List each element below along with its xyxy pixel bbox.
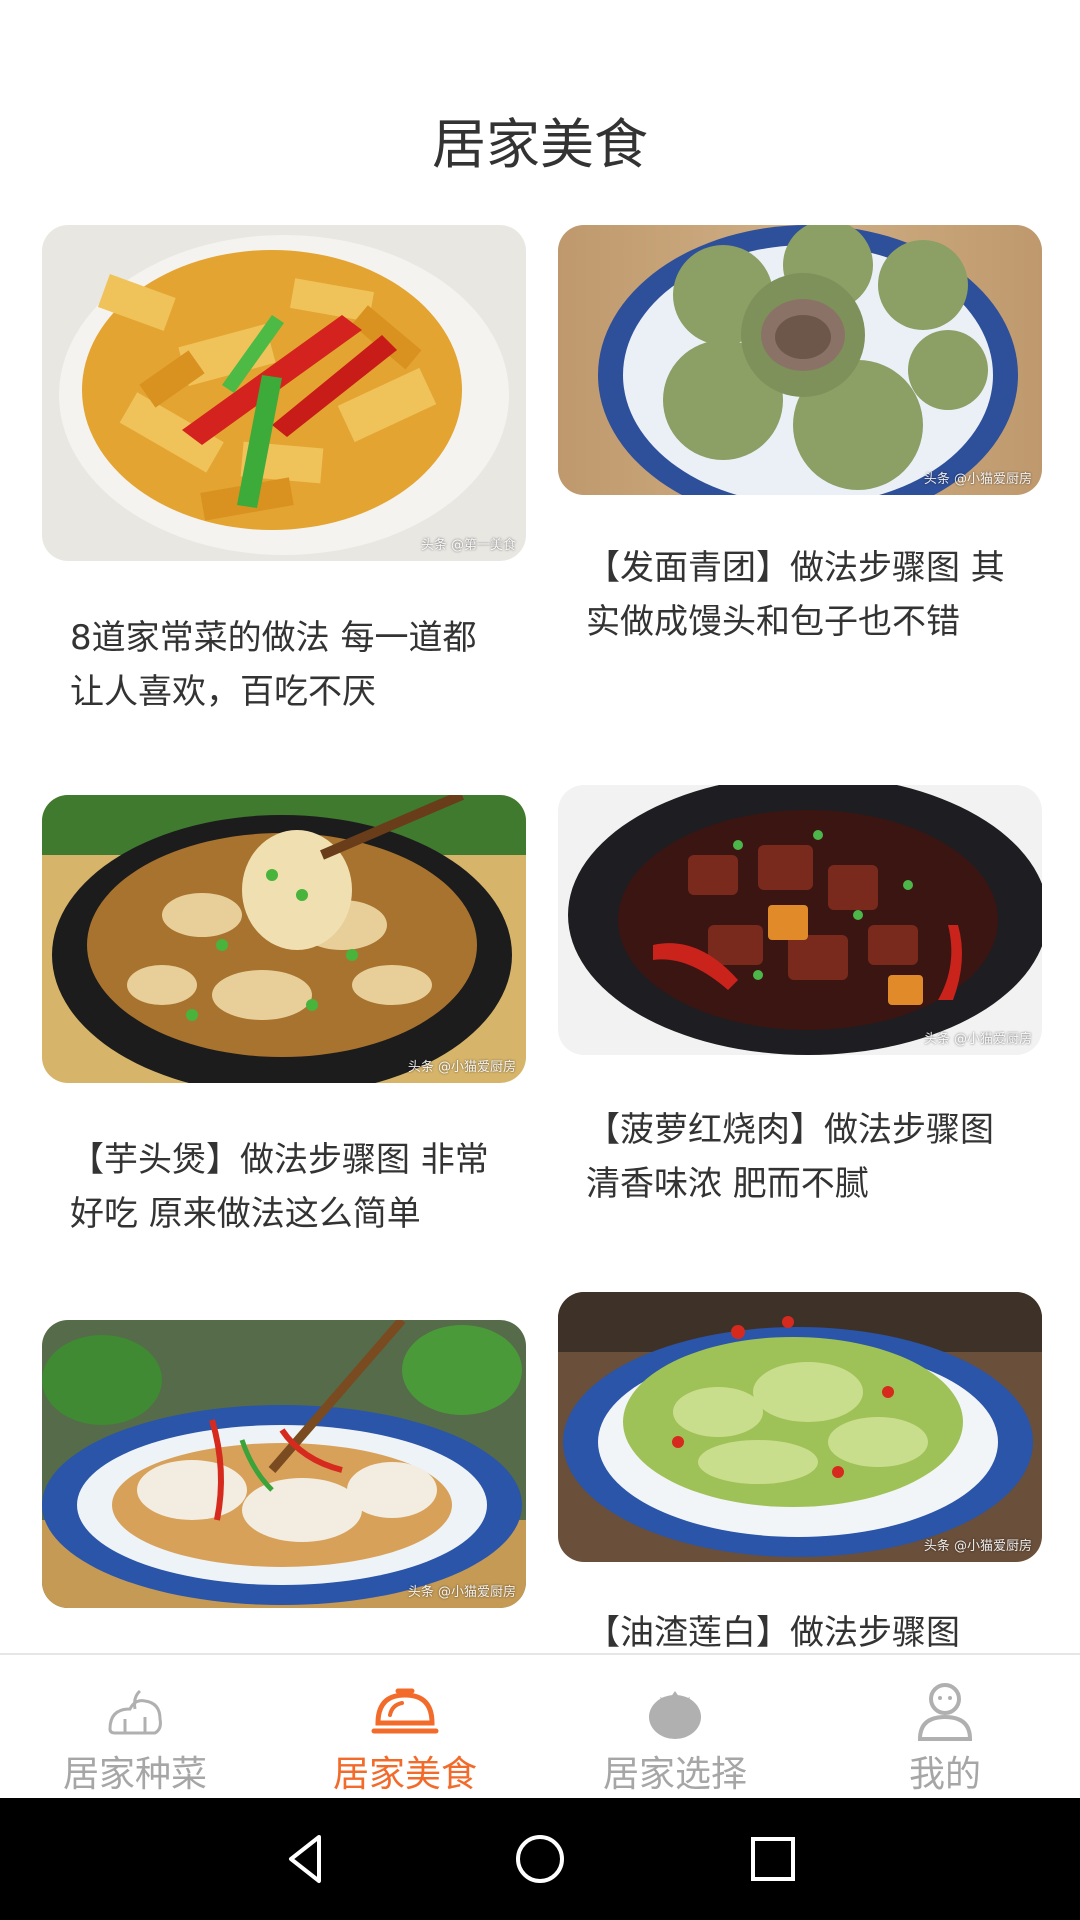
page-title: 居家美食 (432, 113, 648, 176)
image-watermark: 头条 @小猫爱厨房 (407, 1585, 516, 1600)
recipe-title[interactable]: 【芋头煲】做法步骤图 非常好吃 原来做法这么简单 (42, 1133, 526, 1241)
system-navigation-bar (0, 1798, 1080, 1920)
recipe-card[interactable]: 头条 @第一美食 8道家常菜的做法 每一道都让人喜欢，百吃不厌 (42, 225, 526, 719)
bottom-tab-bar: 居家种菜 居家美食 居家选择 我的 (0, 1653, 1080, 1800)
recipe-card[interactable]: 头条 @小猫爱厨房 【油渣莲白】做法步骤图 (558, 1292, 1042, 1653)
tomato-icon (649, 1691, 701, 1739)
recipe-card[interactable]: 头条 @小猫爱厨房 【菠萝红烧肉】做法步骤图 清香味浓 肥而不腻 (558, 785, 1042, 1211)
tab-home-choice[interactable]: 居家选择 (540, 1655, 810, 1800)
tab-label: 居家种菜 (62, 1754, 207, 1795)
recipe-image[interactable]: 头条 @第一美食 (42, 225, 526, 561)
recipe-title[interactable]: 【发面青团】做法步骤图 其实做成馒头和包子也不错 (558, 541, 1042, 649)
recipe-image[interactable]: 头条 @小猫爱厨房 (558, 225, 1042, 495)
tab-home-gardening[interactable]: 居家种菜 (0, 1655, 270, 1800)
recipe-image[interactable]: 头条 @小猫爱厨房 (42, 795, 526, 1083)
cloche-icon (371, 1688, 439, 1734)
recipe-card[interactable]: 头条 @小猫爱厨房 【发面青团】做法步骤图 其实做成馒头和包子也不错 (558, 225, 1042, 649)
recents-icon[interactable] (743, 1829, 803, 1889)
recipe-title[interactable]: 【菠萝红烧肉】做法步骤图 清香味浓 肥而不腻 (558, 1103, 1042, 1211)
user-icon (917, 1683, 973, 1741)
tab-mine[interactable]: 我的 (810, 1655, 1080, 1800)
recipe-image[interactable]: 头条 @小猫爱厨房 (558, 785, 1042, 1055)
recipe-title[interactable]: 8道家常菜的做法 每一道都让人喜欢，百吃不厌 (42, 611, 526, 719)
tab-label: 我的 (908, 1754, 981, 1795)
vegetable-icon (108, 1689, 162, 1735)
recipe-image[interactable]: 头条 @小猫爱厨房 (558, 1292, 1042, 1562)
recipe-title[interactable]: 【油渣莲白】做法步骤图 (558, 1606, 1042, 1653)
image-watermark: 头条 @第一美食 (420, 538, 516, 553)
back-icon[interactable] (277, 1829, 337, 1889)
recipe-feed[interactable]: 头条 @第一美食 8道家常菜的做法 每一道都让人喜欢，百吃不厌 头条 @小猫爱厨… (0, 220, 1080, 1653)
image-watermark: 头条 @小猫爱厨房 (923, 1032, 1032, 1047)
home-icon[interactable] (510, 1829, 570, 1889)
tab-label: 居家选择 (602, 1754, 747, 1795)
image-watermark: 头条 @小猫爱厨房 (923, 472, 1032, 487)
image-watermark: 头条 @小猫爱厨房 (407, 1060, 516, 1075)
tab-home-food[interactable]: 居家美食 (270, 1655, 540, 1800)
recipe-image[interactable]: 头条 @小猫爱厨房 (42, 1320, 526, 1608)
recipe-card[interactable]: 头条 @小猫爱厨房 【芋头煲】做法步骤图 非常好吃 原来做法这么简单 (42, 795, 526, 1241)
tab-label: 居家美食 (332, 1754, 477, 1795)
recipe-card[interactable]: 头条 @小猫爱厨房 (42, 1320, 526, 1608)
image-watermark: 头条 @小猫爱厨房 (923, 1539, 1032, 1554)
